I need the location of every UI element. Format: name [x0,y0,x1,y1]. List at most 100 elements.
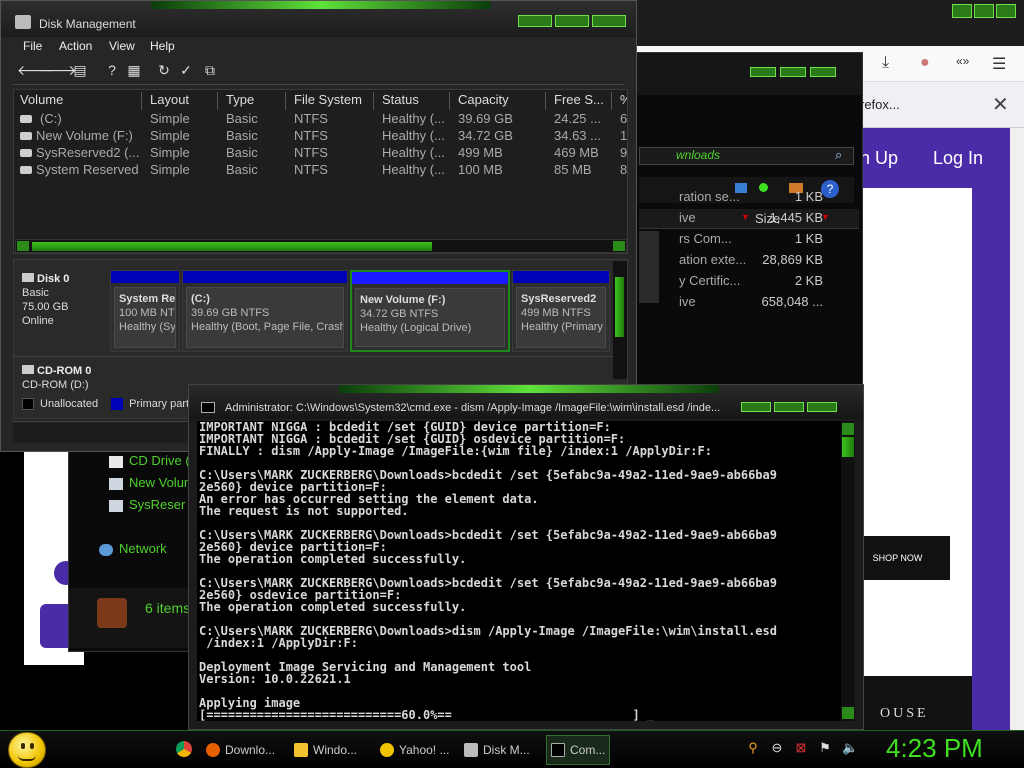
download-icon[interactable]: ⤓ [882,54,889,72]
maximize-button[interactable] [780,67,806,77]
volume-type: Basic [226,128,258,143]
maximize-button[interactable] [774,402,804,412]
column-volume[interactable]: Volume [14,92,142,110]
partition-size: 34.72 GB NTFS [360,308,439,320]
address-bar[interactable]: wnloads [639,147,854,165]
search-icon[interactable]: ⌕ [835,147,842,163]
partition-title: System Re [119,293,176,305]
volume-icon[interactable]: 🔈 [842,741,858,755]
signup-link[interactable]: n Up [860,148,898,169]
column-percent[interactable]: % [614,92,627,110]
scrollbar-thumb[interactable] [32,242,432,251]
volume-list: Volume Layout Type File System Status Ca… [13,89,628,254]
volume-layout: Simple [150,128,190,143]
cdrom-name: CD-ROM 0 [37,365,92,377]
maximize-button[interactable] [555,15,589,27]
menu-action[interactable]: Action [59,39,92,53]
file-selection-strip [639,231,659,303]
partition-c[interactable]: (C:) 39.69 GB NTFS Healthy (Boot, Page Fil… [182,270,348,352]
network-icon [99,543,113,556]
help-icon[interactable]: ? [821,180,839,198]
partition-size: 499 MB NTFS [521,307,591,319]
start-button[interactable] [8,732,46,768]
minimize-button[interactable] [741,402,771,412]
minimize-button[interactable] [952,4,972,18]
scrollbar-thumb[interactable] [842,437,854,457]
nav-item-network[interactable]: Network [99,541,167,556]
menu-help[interactable]: Help [150,39,175,53]
profile-icon[interactable]: ● [920,54,930,72]
maximize-button[interactable] [974,4,994,18]
menu-view[interactable]: View [109,39,135,53]
close-button[interactable] [996,4,1016,18]
partition-new-volume-f[interactable]: New Volume (F:) 34.72 GB NTFS Healthy (Log… [350,270,510,352]
file-size: 2 KB [794,273,823,288]
volume-row[interactable]: System Reserved Simple Basic NTFS Health… [14,162,627,179]
file-size: 1 KB [794,231,823,246]
scroll-right-icon[interactable] [613,241,625,251]
page-scrollbar[interactable] [1010,128,1024,730]
nav-item-cd-drive[interactable]: CD Drive ( [109,453,190,468]
menu-file[interactable]: File [23,39,42,53]
chrome-icon[interactable] [176,741,192,757]
console-output[interactable]: IMPORTANT NIGGA : bcdedit /set {GUID} de… [197,421,842,721]
properties-icon[interactable]: ▦ [125,61,143,79]
refresh-icon[interactable]: ↻ [155,61,173,79]
scroll-down-icon[interactable] [842,707,854,719]
network-icon[interactable]: ⊠ [794,741,808,755]
nav-item-new-volume[interactable]: New Volun [109,475,191,490]
partition-system-reserved[interactable]: System Re 100 MB NTF Healthy (Sy [110,270,180,352]
volume-list-hscrollbar[interactable] [15,239,627,253]
disk-type: Basic [22,287,49,299]
close-button[interactable] [807,402,837,412]
minimize-button[interactable] [518,15,552,27]
taskbar-item-explorer[interactable]: Windo... [294,735,357,765]
disk-size: 75.00 GB [22,301,69,313]
column-status[interactable]: Status [376,92,450,110]
scroll-up-icon[interactable] [842,423,854,435]
minimize-button[interactable] [750,67,776,77]
volume-row[interactable]: SysReserved2 (... Simple Basic NTFS Heal… [14,145,627,162]
taskbar-item-cmd[interactable]: Com... [546,735,611,765]
cdrom0-info[interactable]: CD-ROM 0 CD-ROM (D:) [22,364,91,392]
check-icon[interactable]: ✓ [177,61,195,79]
column-type[interactable]: Type [220,92,286,110]
volume-row[interactable]: (C:) Simple Basic NTFS Healthy (... 39.6… [14,111,627,128]
disk-state: Online [22,315,54,327]
partition-size: 100 MB NTF [119,307,176,319]
login-link[interactable]: Log In [933,148,983,169]
scroll-left-icon[interactable] [17,241,29,251]
close-icon[interactable]: ✕ [992,92,1009,117]
close-button[interactable] [592,15,626,27]
back-arrow-icon[interactable]: 🡐 [17,61,55,79]
disk-graph-vscrollbar[interactable] [613,261,627,379]
minus-icon[interactable]: ⊖ [770,741,784,755]
nav-item-sysreserved[interactable]: SysReser [109,497,185,512]
volume-capacity: 39.69 GB [458,111,513,126]
taskbar-item-disk-management[interactable]: Disk M... [464,735,530,765]
column-free-space[interactable]: Free S... [548,92,612,110]
forward-arrow-icon[interactable]: 🡒 [39,61,77,79]
clock[interactable]: 4:23 PM [886,733,983,764]
console-tree-icon[interactable]: ▤ [71,61,89,79]
scrollbar-thumb[interactable] [615,277,624,337]
volume-layout: Simple [150,162,190,177]
help-icon[interactable]: ? [103,61,121,79]
volume-status: Healthy (... [382,111,445,126]
partition-sysreserved2[interactable]: SysReserved2 499 MB NTFS Healthy (Primary [512,270,610,352]
column-file-system[interactable]: File System [288,92,374,110]
column-layout[interactable]: Layout [144,92,218,110]
extensions-icon[interactable]: «» [956,54,969,68]
rescan-icon[interactable]: ⧉ [201,61,219,79]
taskbar-item-downloads[interactable]: Downlo... [206,735,275,765]
search-icon[interactable]: ⚲ [746,741,760,755]
console-scrollbar[interactable] [841,421,855,721]
flag-icon[interactable]: ⚑ [818,741,832,755]
volume-layout: Simple [150,111,190,126]
close-button[interactable] [810,67,836,77]
menu-icon[interactable]: ☰ [992,54,1006,74]
volume-row[interactable]: New Volume (F:) Simple Basic NTFS Health… [14,128,627,145]
disk0-info[interactable]: Disk 0 Basic 75.00 GB Online [22,272,69,328]
taskbar-item-yahoo[interactable]: Yahoo! ... [380,735,449,765]
column-capacity[interactable]: Capacity [452,92,546,110]
